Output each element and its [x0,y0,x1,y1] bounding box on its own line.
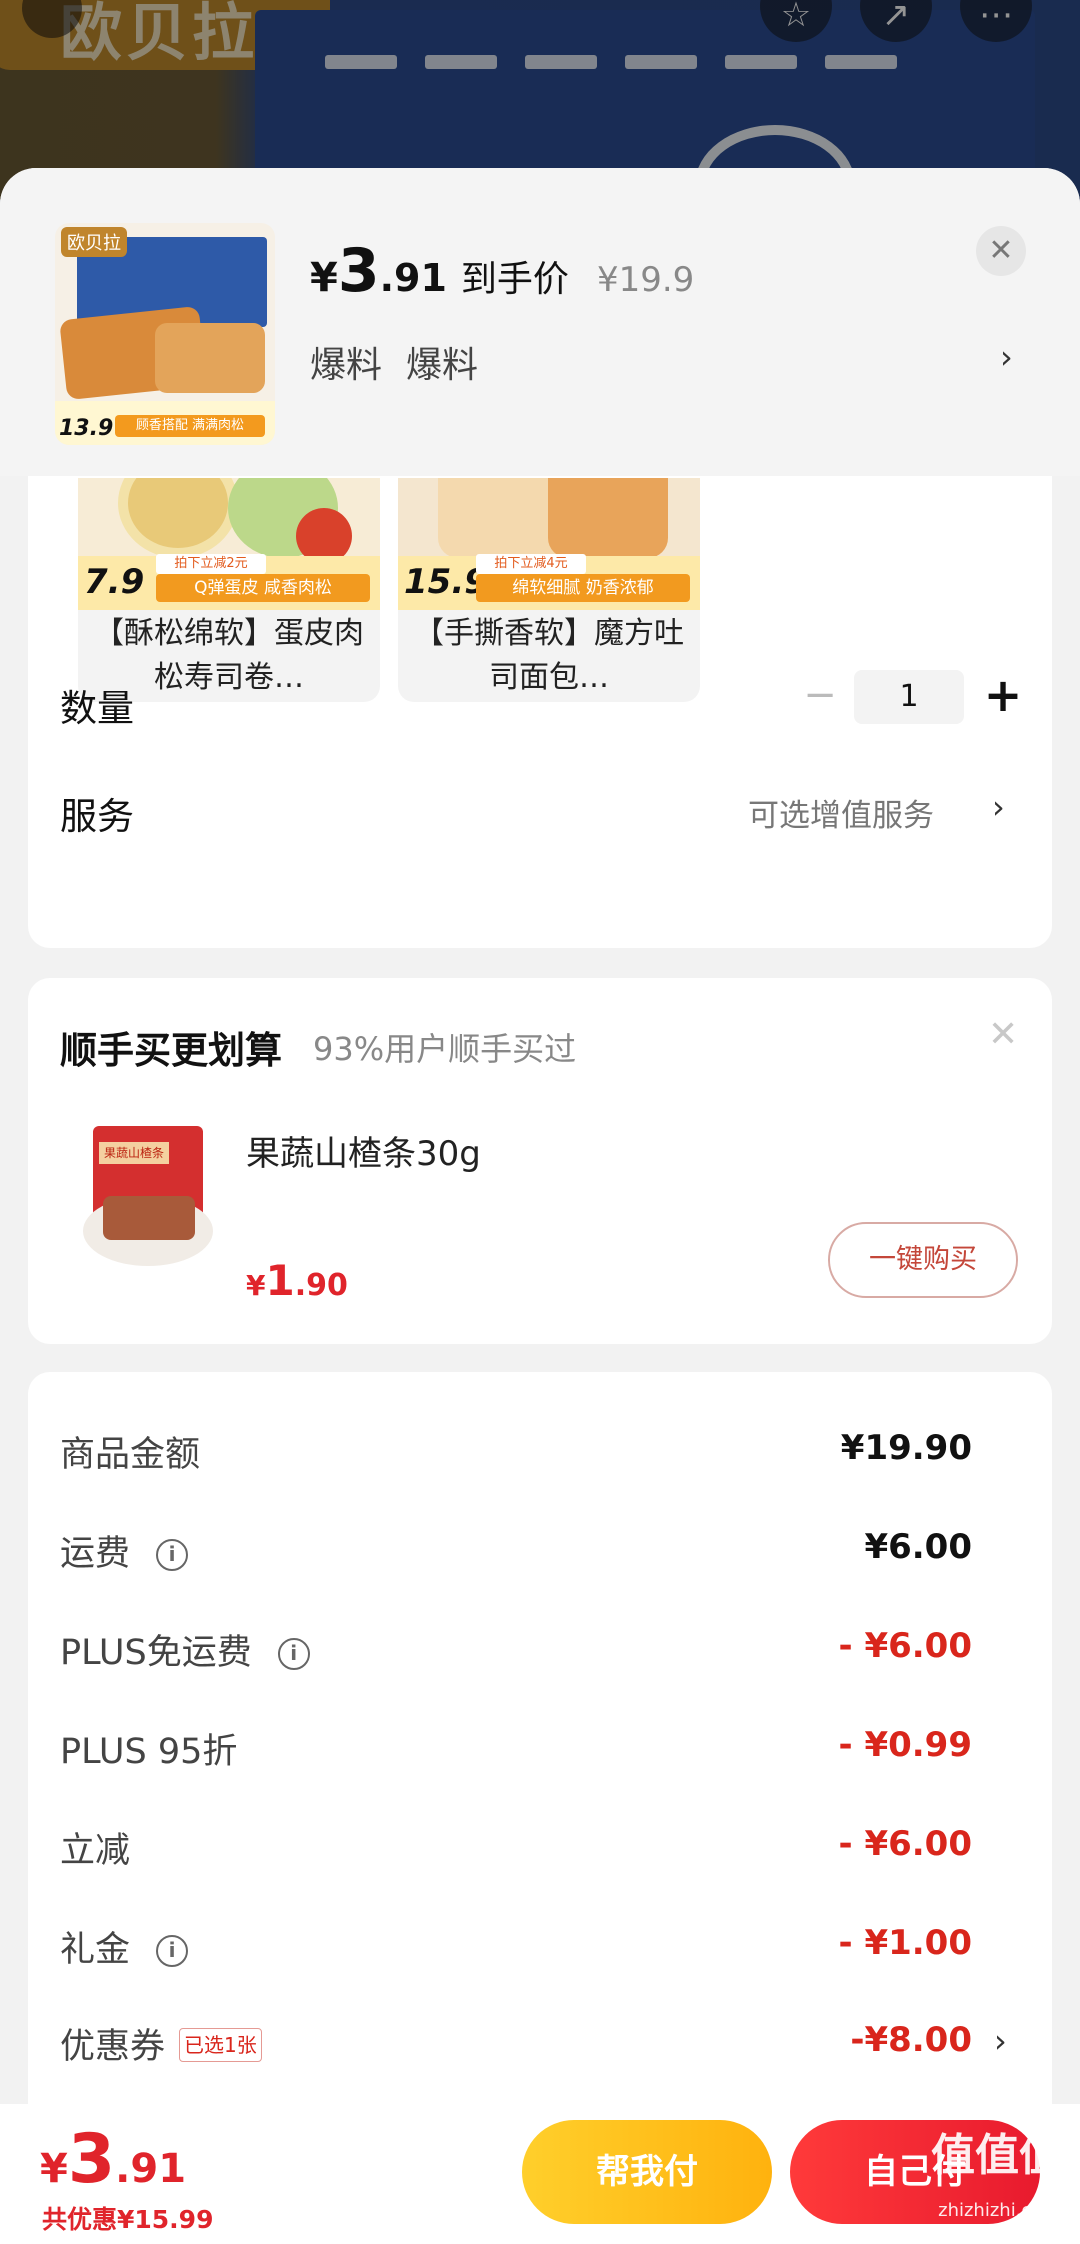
final-price: ¥ 3 .91 到手价 ¥19.9 [310,236,694,306]
product-thumbnail[interactable]: 欧贝拉 13.9 顾香搭配 满满肉松 [55,223,275,445]
summary-row: 商品金额 ¥19.90 [28,1426,1052,1486]
variant-promo-top: 拍下立减4元 [476,554,586,574]
total-price-integer: 3 [67,2120,116,2199]
summary-row: 运费 i ¥6.00 [28,1525,1052,1585]
addon-subtitle: 93%用户顺手买过 [313,1030,577,1068]
chevron-right-icon[interactable]: › [1000,338,1013,376]
summary-label: 商品金额 [60,1435,201,1475]
info-icon[interactable]: i [277,1638,310,1670]
summary-label: 运费 [60,1534,131,1574]
sheet-header: 欧贝拉 13.9 顾香搭配 满满肉松 ¥ 3 .91 到手价 ¥19.9 ✕ 爆… [0,168,1080,476]
selected-specs[interactable]: 爆料 爆料 [310,336,478,388]
price-tag-label: 到手价 [460,259,569,300]
summary-value: - ¥6.00 [838,1824,973,1864]
summary-value: ¥6.00 [864,1527,972,1567]
info-icon[interactable]: i [156,1539,189,1571]
addon-price-integer: 1 [265,1256,295,1305]
summary-label: PLUS 95折 [60,1732,238,1772]
addon-price-symbol: ¥ [246,1269,266,1302]
addon-price-decimal: .90 [294,1268,348,1303]
summary-value: ¥19.90 [840,1428,972,1468]
summary-label: PLUS免运费 [60,1633,252,1673]
addon-product-name[interactable]: 果蔬山楂条30g [246,1126,481,1175]
total-price-symbol: ¥ [40,2146,68,2192]
addon-title: 顺手买更划算 [60,1029,282,1072]
coupon-label: 优惠券 [60,2027,166,2067]
coupon-value: -¥8.00 [850,2020,972,2060]
summary-value: - ¥6.00 [838,1626,973,1666]
one-click-buy-button[interactable]: 一键购买 [828,1222,1018,1298]
quantity-decrease-button[interactable]: − [800,670,840,720]
info-icon[interactable]: i [156,1935,189,1967]
close-icon[interactable]: ✕ [988,1014,1018,1055]
price-integer: 3 [337,236,380,306]
summary-row: PLUS免运费 i - ¥6.00 [28,1624,1052,1684]
total-price: ¥3.91 [40,2120,186,2199]
variant-option[interactable]: 15.9 拍下立减4元 绵软细腻 奶香浓郁 【手撕香软】魔方吐司面包… [398,478,700,702]
addon-card: 顺手买更划算 93%用户顺手买过 ✕ 果蔬山楂条 果蔬山楂条30g ¥1.90 … [28,978,1052,1344]
summary-label: 礼金 [60,1930,131,1970]
bottom-action-bar: ¥3.91 共优惠¥15.99 帮我付 自己付 [0,2104,1080,2244]
total-saving: 共优惠¥15.99 [42,2205,214,2234]
variant-option[interactable]: 7.9 拍下立减2元 Q弹蛋皮 咸香肉松 【酥松绵软】蛋皮肉松寿司卷… [78,478,380,702]
quantity-increase-button[interactable]: + [978,668,1028,722]
thumbnail-promo: 顾香搭配 满满肉松 [115,415,265,437]
summary-row: PLUS 95折 - ¥0.99 [28,1723,1052,1783]
chevron-right-icon[interactable]: › [992,788,1005,826]
variant-promo: 绵软细腻 奶香浓郁 [476,574,690,602]
variant-price: 7.9 [84,562,145,602]
quantity-input[interactable]: 1 [854,670,964,724]
quantity-label: 数量 [60,687,134,730]
summary-label: 立减 [60,1831,131,1871]
summary-value: - ¥0.99 [838,1725,973,1765]
chevron-right-icon[interactable]: › [994,2022,1007,2060]
watermark-site: zhizhizhi.com [938,2200,1060,2221]
thumbnail-price: 13.9 [59,416,114,441]
purchase-sheet: 欧贝拉 13.9 顾香搭配 满满肉松 ¥ 3 .91 到手价 ¥19.9 ✕ 爆… [0,168,1080,2244]
variant-title: 【手撕香软】魔方吐司面包… [414,616,684,695]
addon-price: ¥1.90 [246,1256,348,1305]
close-icon[interactable]: ✕ [976,226,1026,276]
variant-promo: Q弹蛋皮 咸香肉松 [156,574,370,602]
coupon-selected-badge: 已选1张 [179,2028,262,2062]
original-price: ¥19.9 [596,260,695,300]
addon-product-image[interactable]: 果蔬山楂条 [83,1126,223,1276]
summary-value: - ¥1.00 [838,1923,973,1963]
help-me-pay-button[interactable]: 帮我付 [522,2120,772,2224]
thumbnail-brand: 欧贝拉 [61,227,127,257]
addon-bag-label: 果蔬山楂条 [99,1142,169,1164]
service-label: 服务 [60,795,134,838]
total-price-decimal: .91 [115,2146,187,2192]
options-card: 7.9 拍下立减2元 Q弹蛋皮 咸香肉松 【酥松绵软】蛋皮肉松寿司卷… 15.9… [28,398,1052,948]
price-symbol: ¥ [310,255,338,301]
spec-label: 爆料 [406,345,479,386]
service-value[interactable]: 可选增值服务 [748,790,934,835]
watermark-logo: 值值值 [931,2130,1063,2181]
summary-row: 立减 - ¥6.00 [28,1822,1052,1882]
spec-label: 爆料 [310,345,383,386]
coupon-row[interactable]: 优惠券 已选1张 -¥8.00 › [28,2018,1052,2078]
summary-row: 礼金 i - ¥1.00 [28,1921,1052,1981]
price-decimal: .91 [379,256,447,300]
variant-promo-top: 拍下立减2元 [156,554,266,574]
